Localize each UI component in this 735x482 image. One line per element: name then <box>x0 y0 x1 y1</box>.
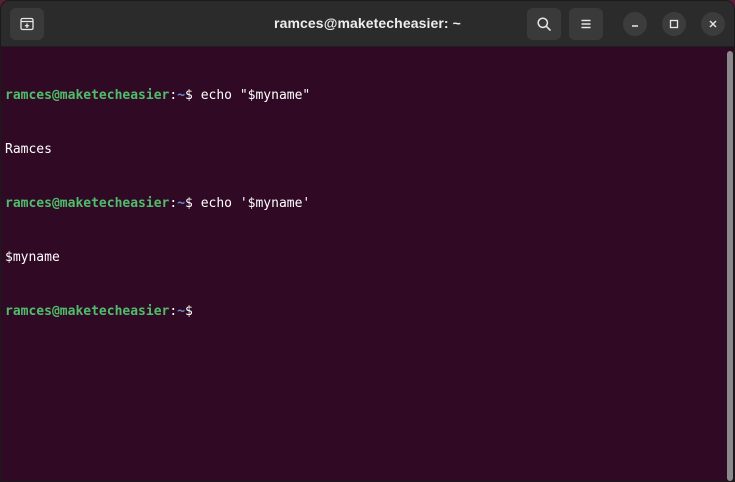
prompt-user-host: ramces@maketecheasier <box>5 196 170 211</box>
prompt-symbol: $ <box>185 88 201 103</box>
command-output: Ramces <box>5 142 52 157</box>
menu-button[interactable] <box>569 8 603 40</box>
command-text: echo '$myname' <box>200 196 311 211</box>
prompt-path: ~ <box>177 196 186 211</box>
terminal-line: ramces@maketecheasier:~$ echo '$myname' <box>5 195 724 213</box>
prompt-symbol: $ <box>185 304 193 319</box>
close-button[interactable] <box>701 12 725 36</box>
prompt-path: ~ <box>177 304 186 319</box>
title-bar[interactable]: ramces@maketecheasier: ~ <box>1 1 734 47</box>
prompt-user-host: ramces@maketecheasier <box>5 304 170 319</box>
command-text: echo "$myname" <box>200 88 311 103</box>
search-icon <box>537 17 551 31</box>
prompt-user-host: ramces@maketecheasier <box>5 88 170 103</box>
command-output: $myname <box>5 250 60 265</box>
maximize-icon <box>669 19 679 29</box>
prompt-symbol: $ <box>185 196 201 211</box>
new-tab-icon <box>20 17 34 31</box>
vertical-scrollbar[interactable] <box>727 51 733 481</box>
terminal-line: Ramces <box>5 141 724 159</box>
hamburger-menu-icon <box>581 19 591 29</box>
terminal-line: $myname <box>5 249 724 267</box>
terminal-line: ramces@maketecheasier:~$ <box>5 303 724 321</box>
close-icon <box>709 20 717 28</box>
terminal-output[interactable]: ramces@maketecheasier:~$ echo "$myname" … <box>1 47 724 481</box>
new-tab-button[interactable] <box>10 8 44 40</box>
minimize-button[interactable] <box>623 12 647 36</box>
minimize-icon <box>632 25 638 27</box>
search-button[interactable] <box>527 8 561 40</box>
prompt-path: ~ <box>177 88 186 103</box>
maximize-button[interactable] <box>662 12 686 36</box>
terminal-line: ramces@maketecheasier:~$ echo "$myname" <box>5 87 724 105</box>
terminal-window: ramces@maketecheasier: ~ ramces@maketech… <box>0 0 735 482</box>
